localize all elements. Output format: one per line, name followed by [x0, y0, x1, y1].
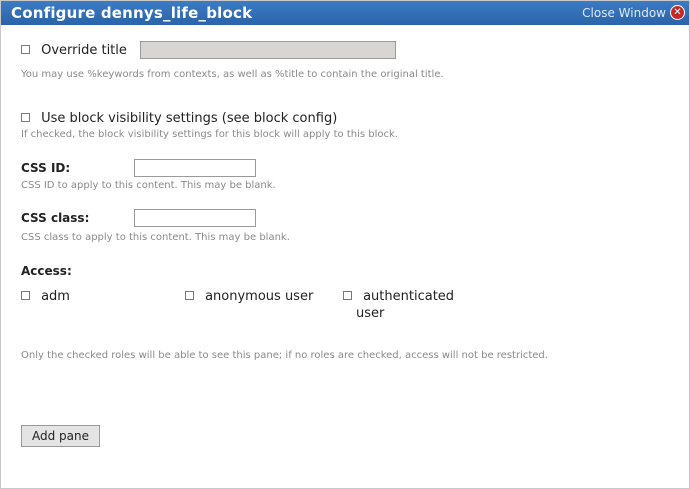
configure-modal: Configure dennys_life_block Close Window…	[0, 0, 690, 489]
css-id-input[interactable]	[134, 158, 257, 177]
override-title-label: Override title	[41, 43, 127, 58]
access-description: Only the checked roles will be able to s…	[21, 350, 548, 361]
role-adm-option[interactable]: adm	[21, 285, 70, 304]
add-pane-button[interactable]: Add pane	[21, 425, 101, 447]
close-window-label: Close Window	[582, 5, 666, 20]
css-class-label: CSS class:	[21, 211, 90, 225]
close-icon[interactable]: ✕	[670, 5, 685, 20]
role-adm-checkbox[interactable]	[21, 291, 30, 300]
role-adm-label: adm	[41, 289, 70, 304]
css-id-label: CSS ID:	[21, 161, 71, 175]
modal-title: Configure dennys_life_block	[11, 4, 253, 22]
override-title-checkbox[interactable]	[21, 45, 30, 54]
add-pane-row: Add pane	[21, 425, 101, 447]
override-title-row: Override title	[21, 39, 396, 59]
role-authenticated-checkbox[interactable]	[343, 291, 352, 300]
role-authenticated-option[interactable]: authenticated	[343, 285, 454, 304]
modal-titlebar: Configure dennys_life_block Close Window…	[1, 1, 689, 25]
css-class-row: CSS class:	[21, 207, 257, 227]
access-label: Access:	[21, 264, 72, 278]
role-authenticated-label: authenticated	[363, 289, 455, 304]
close-window-button[interactable]: Close Window ✕	[582, 5, 685, 20]
visibility-checkbox[interactable]	[21, 113, 30, 122]
role-authenticated-label-wrap: user	[356, 306, 385, 321]
visibility-description: If checked, the block visibility setting…	[21, 129, 398, 140]
override-title-input[interactable]	[139, 40, 396, 59]
visibility-label: Use block visibility settings (see block…	[41, 111, 338, 126]
role-anonymous-label: anonymous user	[205, 289, 314, 304]
css-class-description: CSS class to apply to this content. This…	[21, 232, 290, 243]
role-anonymous-option[interactable]: anonymous user	[185, 285, 313, 304]
role-anonymous-checkbox[interactable]	[185, 291, 194, 300]
visibility-row: Use block visibility settings (see block…	[21, 107, 337, 126]
css-class-input[interactable]	[134, 208, 257, 227]
css-id-description: CSS ID to apply to this content. This ma…	[21, 180, 276, 191]
access-roles: adm anonymous user authenticated user	[21, 285, 621, 325]
css-id-row: CSS ID:	[21, 157, 257, 177]
override-title-description: You may use %keywords from contexts, as …	[21, 69, 444, 80]
